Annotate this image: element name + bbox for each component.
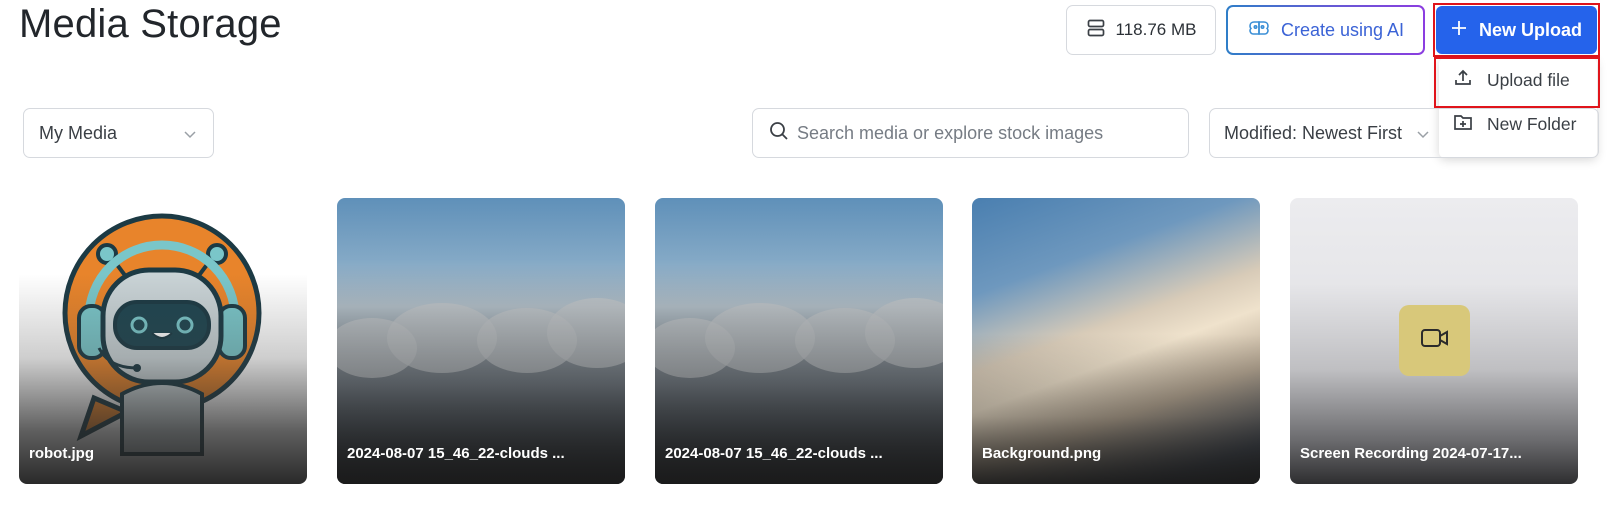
sort-select[interactable]: Modified: Newest First — [1209, 108, 1599, 158]
upload-file-highlight — [1434, 57, 1600, 108]
media-card[interactable]: robot.jpg — [19, 198, 307, 484]
media-card[interactable]: 2024-08-07 15_46_22-clouds ... — [337, 198, 625, 484]
storage-usage-button[interactable]: 118.76 MB — [1066, 5, 1216, 55]
media-card-title: Background.png — [982, 445, 1102, 462]
new-upload-label: New Upload — [1478, 19, 1582, 40]
media-card-title: robot.jpg — [29, 445, 94, 462]
video-camera-icon — [1420, 327, 1450, 354]
chevron-down-icon — [183, 123, 197, 144]
media-card[interactable]: 2024-08-07 15_46_22-clouds ... — [655, 198, 943, 484]
new-upload-button[interactable]: New Upload — [1436, 6, 1597, 54]
sort-select-value: Modified: Newest First — [1224, 122, 1403, 143]
media-card-title: 2024-08-07 15_46_22-clouds ... — [665, 445, 883, 462]
chevron-down-icon — [1416, 123, 1430, 144]
media-card[interactable]: Screen Recording 2024-07-17... — [1290, 198, 1578, 484]
media-card-title: Screen Recording 2024-07-17... — [1300, 445, 1522, 462]
create-using-ai-label: Create using AI — [1280, 19, 1405, 40]
search-input[interactable] — [797, 122, 1187, 144]
create-using-ai-button[interactable]: Create using AI — [1226, 5, 1425, 55]
search-icon — [769, 121, 789, 146]
library-select[interactable]: My Media — [23, 108, 214, 158]
ai-brain-icon — [1247, 18, 1271, 43]
search-box — [752, 108, 1189, 158]
media-card-title: 2024-08-07 15_46_22-clouds ... — [347, 445, 565, 462]
page-title: Media Storage — [19, 2, 282, 46]
storage-used-label: 118.76 MB — [1115, 20, 1197, 39]
video-thumbnail-tile — [1399, 305, 1470, 376]
plus-icon — [1451, 20, 1467, 41]
library-select-value: My Media — [39, 122, 118, 143]
database-icon — [1086, 18, 1106, 43]
media-card[interactable]: Background.png — [972, 198, 1260, 484]
